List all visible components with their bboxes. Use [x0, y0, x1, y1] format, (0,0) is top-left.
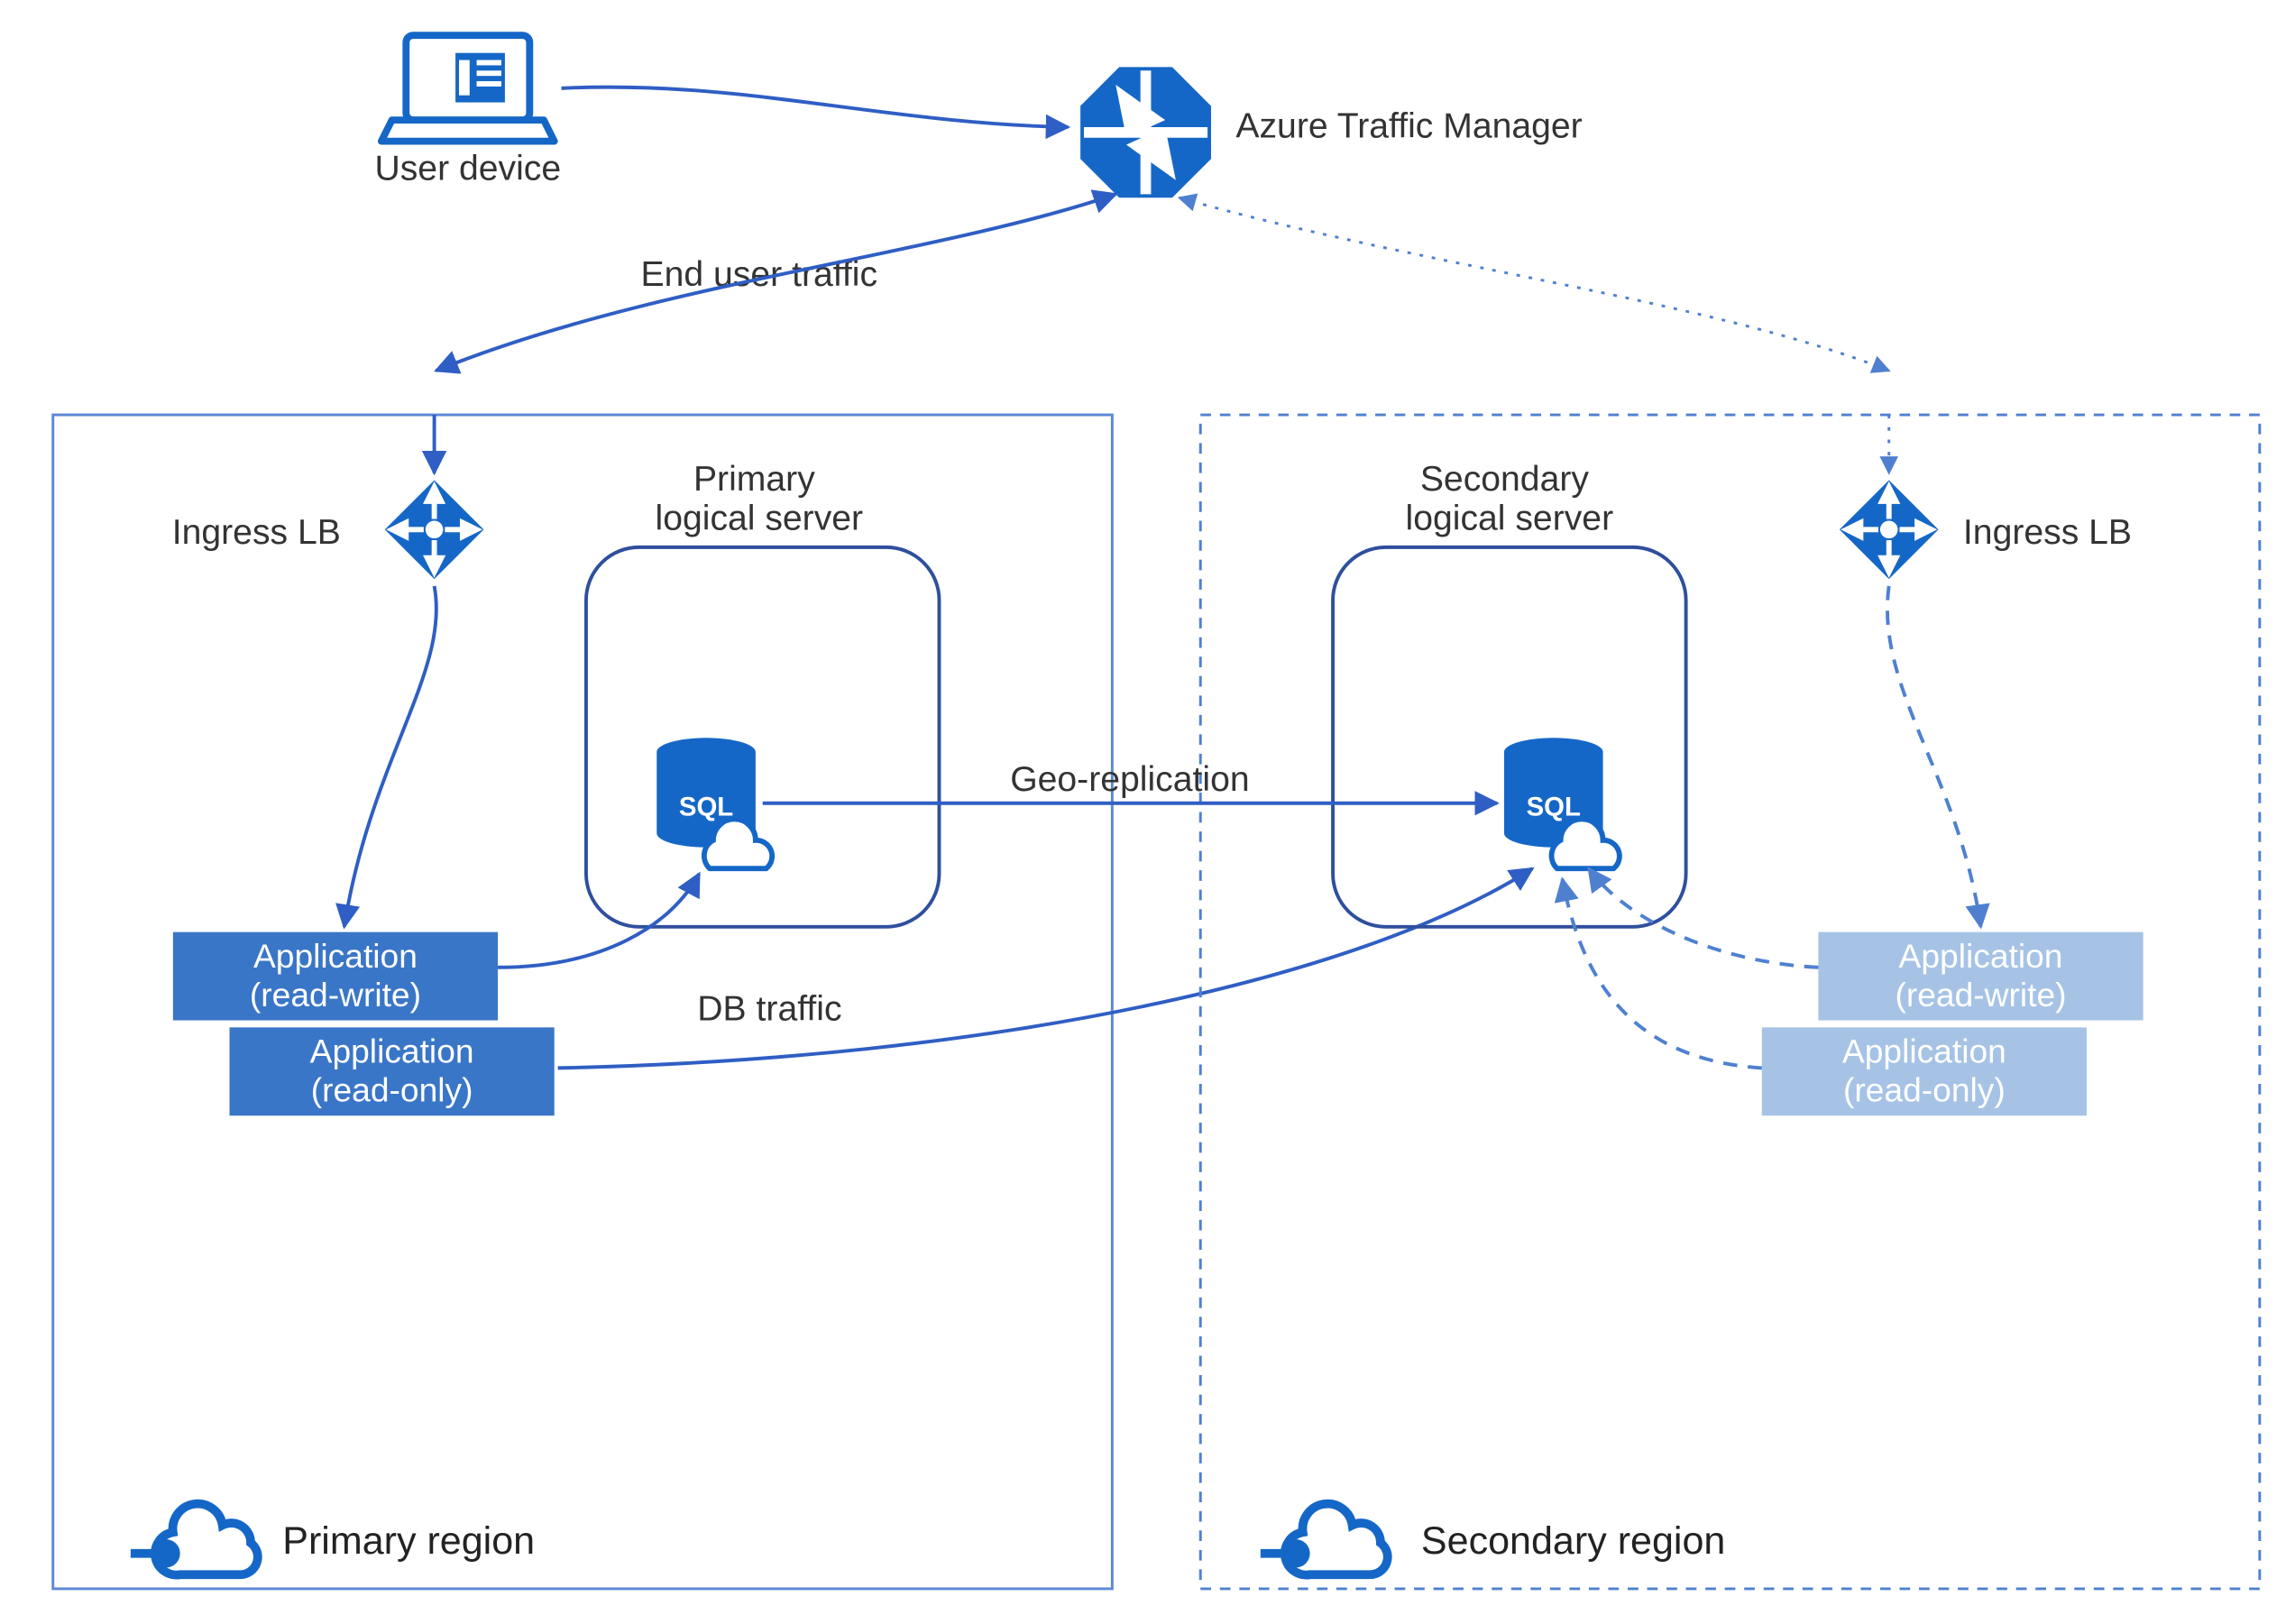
secondary-app-ro-line1: Application: [1842, 1032, 2006, 1070]
secondary-logical-server-label: Secondary logical server: [1406, 460, 1614, 537]
arrow-primary-lb-to-app: [344, 586, 436, 927]
secondary-sql-db-icon: SQL: [1504, 738, 1620, 868]
primary-app-ro-line1: Application: [310, 1032, 474, 1070]
arrow-secondary-ro-to-sql: [1563, 879, 1762, 1068]
geo-replication-label: Geo-replication: [1010, 760, 1249, 799]
user-device-label: User device: [374, 150, 561, 188]
primary-sql-db-icon: SQL: [656, 738, 772, 868]
arrow-tm-to-secondary: [1180, 197, 1889, 371]
primary-app-rw-line1: Application: [253, 937, 418, 975]
secondary-ingress-lb-icon: [1840, 480, 1939, 579]
arrow-primary-ro-to-secondary-sql: [558, 868, 1533, 1068]
traffic-manager-icon: [1080, 67, 1211, 197]
traffic-manager-label: Azure Traffic Manager: [1235, 107, 1582, 146]
secondary-app-ro-line2: (read-only): [1843, 1071, 2006, 1109]
primary-region-cloud-icon: [131, 1504, 258, 1575]
arrow-secondary-rw-to-sql: [1589, 868, 1818, 968]
svg-text:SQL: SQL: [1527, 792, 1581, 821]
svg-text:SQL: SQL: [679, 792, 733, 821]
secondary-app-rw-line1: Application: [1899, 937, 2063, 975]
primary-logical-server-label: Primary logical server: [656, 460, 864, 537]
primary-app-ro-line2: (read-only): [311, 1071, 473, 1109]
primary-app-rw-line2: (read-write): [250, 976, 421, 1014]
architecture-diagram: User device Azure Traffic Manager End us…: [0, 0, 2295, 1624]
primary-ingress-lb-icon: [385, 480, 484, 579]
secondary-region-label: Secondary region: [1421, 1519, 1725, 1563]
secondary-ingress-lb-label: Ingress LB: [1963, 513, 2132, 552]
arrow-primary-rw-to-sql: [498, 874, 699, 968]
arrow-user-to-tm: [562, 87, 1069, 127]
secondary-region-cloud-icon: [1261, 1504, 1388, 1575]
user-device-icon: [381, 35, 555, 141]
arrow-secondary-lb-to-app: [1887, 586, 1981, 927]
secondary-logical-server-box: [1333, 547, 1686, 927]
primary-region-label: Primary region: [282, 1519, 535, 1563]
primary-ingress-lb-label: Ingress LB: [172, 513, 341, 552]
db-traffic-label: DB traffic: [697, 990, 841, 1029]
secondary-app-rw-line2: (read-write): [1895, 976, 2066, 1014]
